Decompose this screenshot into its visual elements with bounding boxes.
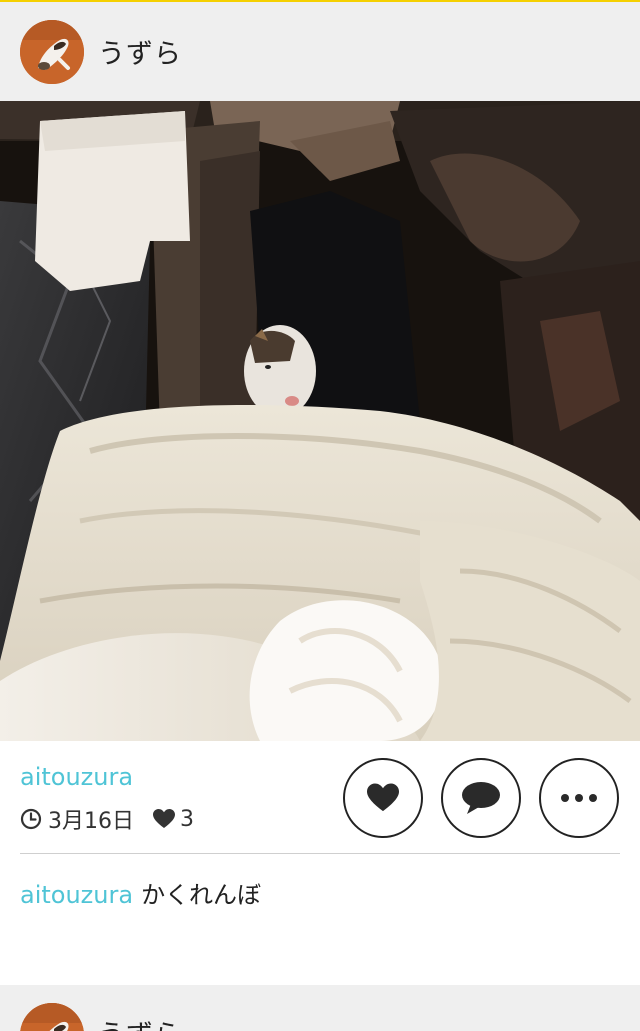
post-caption: aitouzura かくれんぼ: [20, 875, 261, 910]
heart-icon: [153, 809, 175, 828]
like-count: 3: [180, 806, 194, 832]
clock-icon: [20, 808, 42, 830]
post-header: うずら: [0, 2, 640, 101]
comment-button[interactable]: [441, 758, 521, 838]
caption-text: かくれんぼ: [141, 881, 262, 909]
like-button[interactable]: [343, 758, 423, 838]
next-user-avatar[interactable]: [20, 1003, 84, 1031]
user-avatar[interactable]: [20, 19, 84, 84]
post-photo[interactable]: [0, 101, 640, 741]
post-owner-name[interactable]: うずら: [98, 32, 182, 71]
post-meta: 3月16日 3: [20, 805, 194, 834]
speech-bubble-icon: [462, 782, 500, 814]
caption-username[interactable]: aitouzura: [20, 881, 133, 909]
ellipsis-icon: [561, 794, 597, 802]
more-options-button[interactable]: [539, 758, 619, 838]
next-post-header: うずら: [0, 985, 640, 1031]
heart-icon: [367, 783, 399, 812]
next-post-owner-name[interactable]: うずら: [98, 1013, 182, 1031]
post-username[interactable]: aitouzura: [20, 763, 133, 791]
cat-hiding-in-closet-photo: [0, 101, 640, 741]
post-info-card: aitouzura 3月16日 3 aitouzura かくれんぼ: [0, 741, 640, 985]
post-date: 3月16日: [48, 809, 134, 834]
divider: [20, 853, 620, 854]
